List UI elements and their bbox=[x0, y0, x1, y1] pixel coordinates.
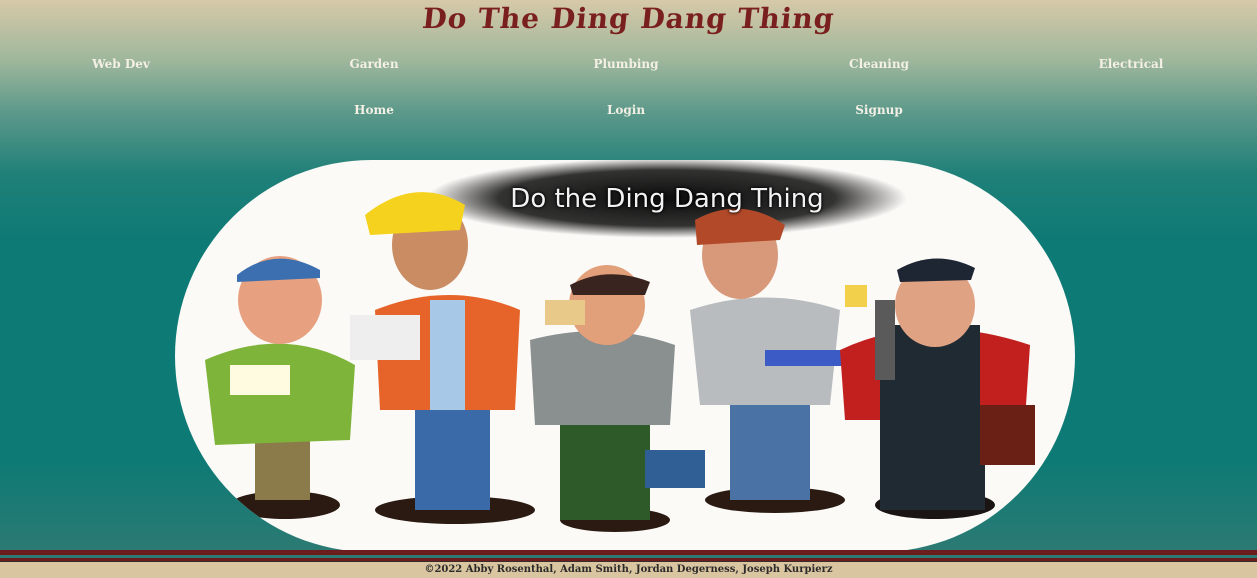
nav-link-plumbing[interactable]: Plumbing bbox=[593, 57, 658, 71]
nav-link-electrical[interactable]: Electrical bbox=[1099, 57, 1164, 71]
service-nav: Web Dev Garden Plumbing Cleaning Electri… bbox=[0, 57, 1257, 77]
worker-5-figure bbox=[840, 258, 1035, 519]
nav-link-home[interactable]: Home bbox=[354, 103, 394, 117]
worker-3-figure bbox=[530, 265, 705, 532]
site-title: Do The Ding Dang Thing bbox=[420, 2, 837, 35]
account-nav: Home Login Signup bbox=[0, 103, 1257, 123]
nav-link-web-dev[interactable]: Web Dev bbox=[92, 57, 150, 71]
nav-link-signup[interactable]: Signup bbox=[855, 103, 902, 117]
nav-link-cleaning[interactable]: Cleaning bbox=[849, 57, 909, 71]
worker-4-figure bbox=[690, 208, 867, 513]
worker-1-figure bbox=[205, 256, 355, 519]
footer-copyright: ©2022 Abby Rosenthal, Adam Smith, Jordan… bbox=[0, 561, 1257, 578]
nav-link-garden[interactable]: Garden bbox=[349, 57, 398, 71]
hero-image: Do the Ding Dang Thing bbox=[175, 160, 1075, 552]
hero-caption: Do the Ding Dang Thing bbox=[510, 184, 824, 214]
worker-2-figure bbox=[350, 192, 535, 524]
nav-link-login[interactable]: Login bbox=[607, 103, 645, 117]
footer-divider bbox=[0, 550, 1257, 555]
